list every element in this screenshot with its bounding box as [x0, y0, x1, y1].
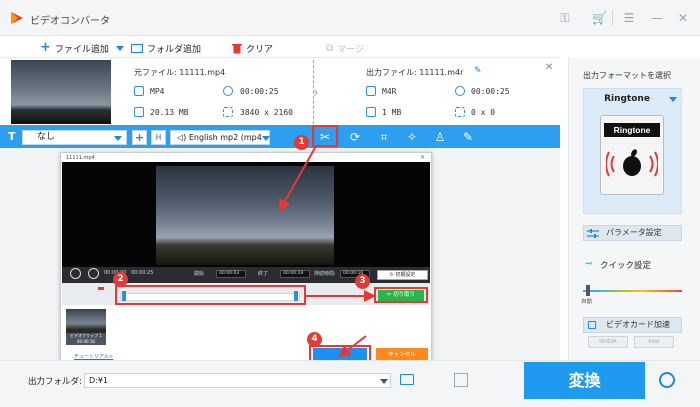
ringtone-icon-label: Ringtone [604, 123, 660, 137]
quick-settings-label: クイック設定 [600, 261, 652, 271]
annotation-marker-3: 3 [355, 274, 370, 289]
gpu-acceleration-label: ビデオカード加速 [606, 320, 670, 329]
chip-icon [588, 321, 596, 329]
quality-auto-label: 自動 [581, 299, 593, 305]
nvidia-badge: NVIDIA [588, 336, 628, 348]
quality-slider[interactable] [583, 290, 682, 292]
chevron-down-icon[interactable] [380, 379, 388, 384]
open-folder-icon[interactable] [400, 374, 414, 385]
merge-files-icon[interactable] [454, 373, 468, 387]
intel-badge: Intel [634, 336, 674, 348]
output-format-name: Ringtone [604, 94, 650, 104]
annotation-marker-2: 2 [113, 272, 128, 287]
apple-sound-icon [606, 149, 658, 177]
annotation-marker-4: 4 [307, 332, 322, 347]
parameter-settings-label: パラメータ設定 [606, 228, 662, 237]
alarm-clock-icon[interactable] [659, 372, 675, 388]
output-folder-input[interactable]: D:¥1 [84, 373, 391, 388]
output-folder-label: 出力フォルダ: [28, 377, 82, 387]
quick-settings-icon: ⊸ [585, 259, 593, 269]
gpu-acceleration-button[interactable]: ビデオカード加速 [583, 317, 682, 333]
convert-button[interactable]: 変換 [524, 362, 645, 399]
output-format-heading: 出力フォーマットを選択 [583, 71, 671, 80]
chevron-down-icon[interactable] [669, 97, 677, 102]
annotation-marker-1: 1 [294, 135, 309, 150]
quality-slider-knob[interactable] [586, 285, 590, 296]
sliders-icon [587, 229, 599, 238]
